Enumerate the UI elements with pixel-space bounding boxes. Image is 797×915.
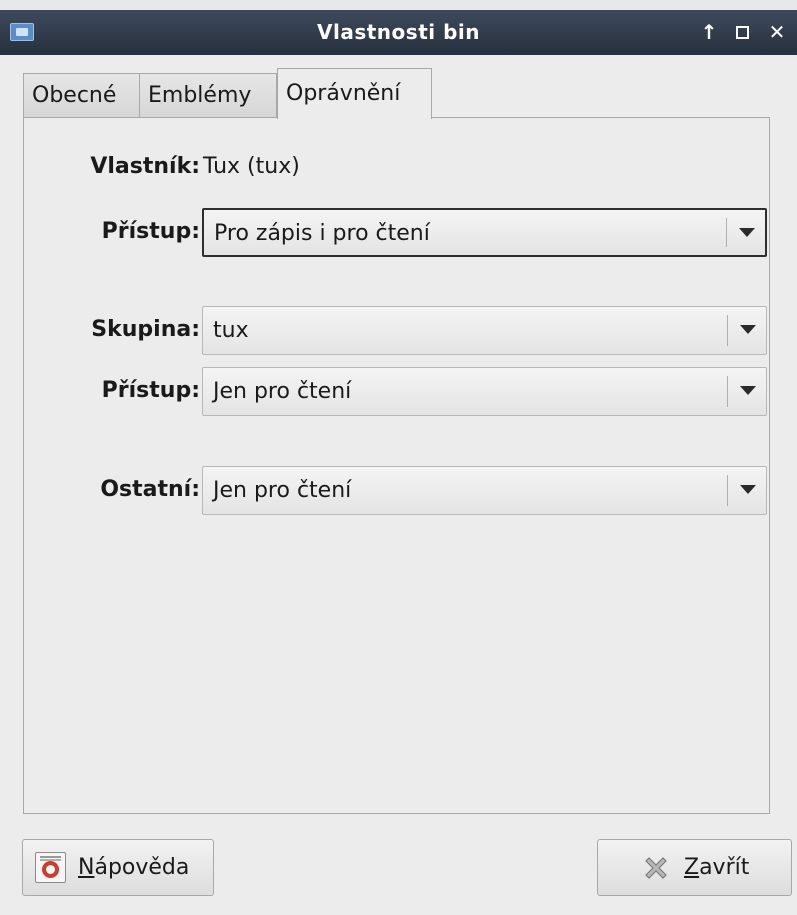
others-label: Ostatní:	[100, 477, 200, 502]
maximize-button[interactable]	[736, 26, 749, 39]
others-value: Jen pro čtení	[213, 478, 352, 503]
chevron-down-icon	[739, 228, 755, 237]
close-window-button[interactable]: ✕	[764, 10, 790, 55]
owner-label: Vlastník:	[90, 154, 200, 179]
tab-emblems[interactable]: Emblémy	[139, 73, 277, 118]
chevron-down-icon	[740, 325, 756, 334]
owner-value: Tux (tux)	[203, 154, 300, 179]
others-access-select[interactable]: Jen pro čtení	[202, 466, 767, 515]
combo-separator	[726, 218, 727, 247]
group-select[interactable]: tux	[202, 306, 767, 355]
title-bar[interactable]: Vlastnosti bin ↑ ✕	[0, 10, 797, 55]
permissions-panel: Vlastník: Tux (tux) Přístup: Pro zápis i…	[23, 117, 770, 814]
combo-separator	[727, 376, 728, 407]
owner-access-value: Pro zápis i pro čtení	[214, 221, 430, 246]
close-button-label: Zavřít	[684, 855, 750, 880]
close-x-icon	[645, 857, 667, 879]
lifebuoy-icon	[35, 852, 66, 883]
group-value: tux	[213, 318, 249, 343]
properties-dialog: Vlastnosti bin ↑ ✕ Obecné Emblémy Oprávn…	[0, 0, 797, 915]
chevron-down-icon	[740, 485, 756, 494]
shade-button[interactable]: ↑	[696, 10, 722, 55]
background-strip	[0, 0, 797, 10]
help-button-label: Nápověda	[78, 855, 190, 880]
window-title: Vlastnosti bin	[317, 20, 480, 44]
owner-access-label: Přístup:	[101, 219, 200, 244]
chevron-down-icon	[740, 386, 756, 395]
help-button[interactable]: Nápověda	[22, 839, 214, 896]
close-button[interactable]: Zavřít	[597, 839, 792, 896]
group-access-select[interactable]: Jen pro čtení	[202, 367, 767, 416]
tab-permissions[interactable]: Oprávnění	[277, 68, 432, 119]
group-label: Skupina:	[91, 317, 200, 342]
group-access-label: Přístup:	[101, 378, 200, 403]
combo-separator	[727, 475, 728, 506]
owner-access-select[interactable]: Pro zápis i pro čtení	[202, 208, 767, 257]
tab-general[interactable]: Obecné	[23, 73, 140, 118]
group-access-value: Jen pro čtení	[213, 379, 352, 404]
combo-separator	[727, 315, 728, 346]
